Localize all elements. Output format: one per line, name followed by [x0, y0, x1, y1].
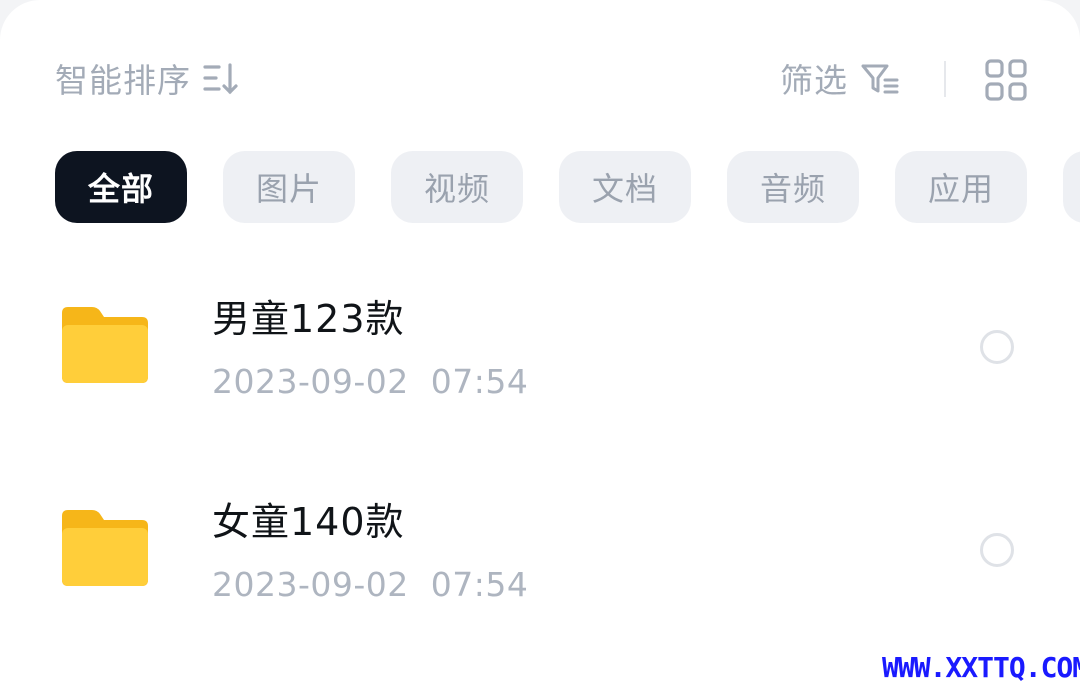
file-date: 2023-09-02 07:54 [212, 362, 529, 401]
sort-button[interactable]: 智能排序 [55, 56, 239, 106]
select-radio[interactable] [980, 533, 1014, 567]
file-name: 女童140款 [212, 500, 405, 544]
tab-more-partial[interactable] [1063, 151, 1080, 223]
folder-icon [62, 307, 148, 383]
toolbar: 智能排序 筛选 [0, 0, 1080, 160]
filter-label: 筛选 [780, 61, 848, 100]
sort-order-icon [203, 62, 239, 100]
file-list-item[interactable]: 女童140款 2023-09-02 07:54 [0, 453, 1080, 643]
tab-documents[interactable]: 文档 [559, 151, 691, 223]
file-name: 男童123款 [212, 297, 405, 341]
filter-funnel-icon [860, 62, 900, 100]
category-tabs: 全部 图片 视频 文档 音频 应用 [55, 151, 1080, 223]
tab-apps[interactable]: 应用 [895, 151, 1027, 223]
tab-all[interactable]: 全部 [55, 151, 187, 223]
folder-icon [62, 510, 148, 586]
filter-button[interactable]: 筛选 [780, 56, 900, 106]
sort-label: 智能排序 [55, 61, 191, 100]
watermark-text: WWW.XXTTQ.COM [882, 651, 1080, 684]
toolbar-divider [944, 61, 946, 97]
grid-view-icon [984, 59, 1028, 106]
tab-images[interactable]: 图片 [223, 151, 355, 223]
file-date: 2023-09-02 07:54 [212, 565, 529, 604]
file-browser-panel: 智能排序 筛选 全部 图片 视频 文档 音频 应用 男童123款 2023-09… [0, 0, 1080, 700]
tab-audio[interactable]: 音频 [727, 151, 859, 223]
grid-view-button[interactable] [984, 58, 1028, 102]
tab-videos[interactable]: 视频 [391, 151, 523, 223]
select-radio[interactable] [980, 330, 1014, 364]
file-list-item[interactable]: 男童123款 2023-09-02 07:54 [0, 250, 1080, 440]
